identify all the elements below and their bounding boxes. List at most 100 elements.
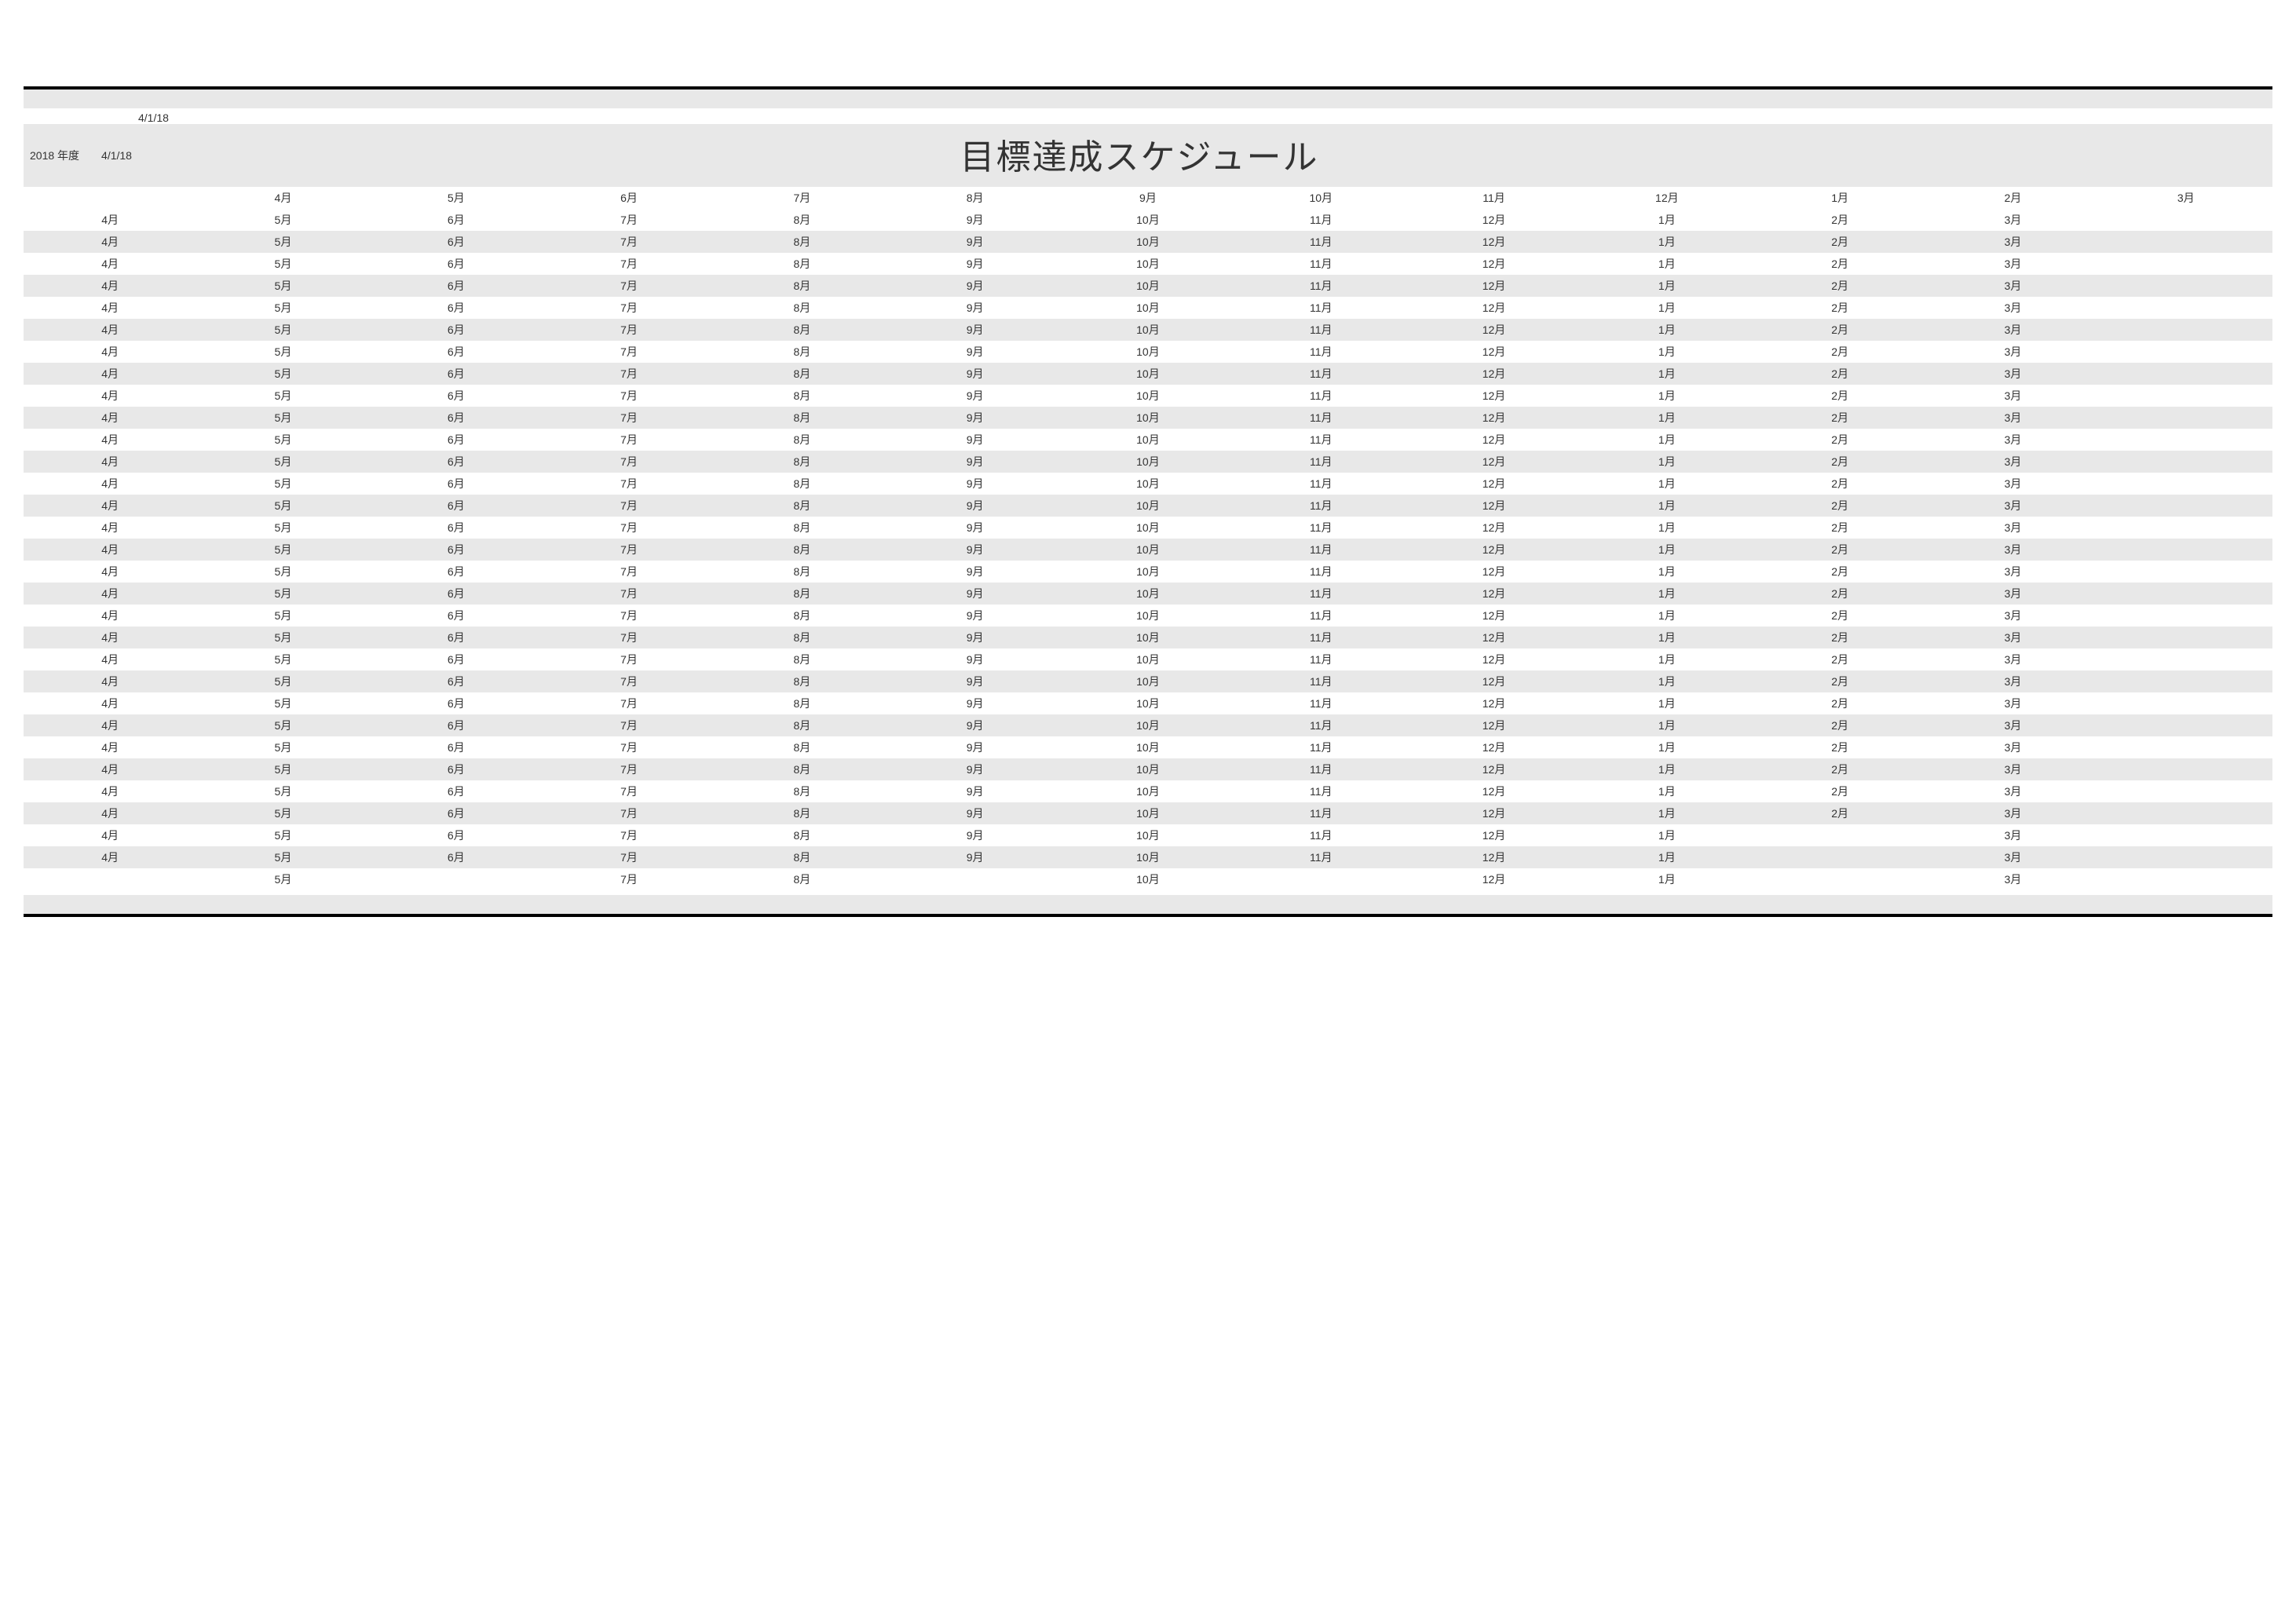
- table-cell: 1月: [1581, 363, 1753, 385]
- table-cell: 9月: [888, 736, 1061, 758]
- table-cell: 11月: [1234, 341, 1407, 363]
- table-cell: 1月: [1581, 407, 1753, 429]
- table-cell: 2月: [1753, 648, 1926, 670]
- table-cell: 3月: [1926, 473, 2099, 495]
- table-cell: 3月: [1926, 275, 2099, 297]
- table-cell: 9月: [888, 627, 1061, 648]
- table-row: 4月5月6月7月8月9月10月11月12月1月2月3月: [24, 736, 2272, 758]
- table-cell: 7月: [543, 429, 715, 451]
- table-cell: 12月: [1407, 385, 1580, 407]
- table-header-cell: 7月: [715, 187, 888, 209]
- table-cell: 10月: [1062, 627, 1234, 648]
- table-cell: 10月: [1062, 539, 1234, 561]
- table-row: 4月5月6月7月8月9月10月11月12月1月2月3月: [24, 473, 2272, 495]
- table-cell: 9月: [888, 209, 1061, 231]
- table-cell: 6月: [370, 209, 543, 231]
- table-cell: 8月: [715, 692, 888, 714]
- table-cell: [2100, 451, 2272, 473]
- table-cell: 11月: [1234, 736, 1407, 758]
- table-cell: 11月: [1234, 605, 1407, 627]
- table-cell: 7月: [543, 407, 715, 429]
- table-cell: 5月: [196, 758, 369, 780]
- table-cell: 1月: [1581, 780, 1753, 802]
- table-cell: 1月: [1581, 319, 1753, 341]
- table-cell: 6月: [370, 407, 543, 429]
- table-cell: 6月: [370, 385, 543, 407]
- table-cell: 11月: [1234, 363, 1407, 385]
- table-cell: 3月: [1926, 758, 2099, 780]
- table-cell: 10月: [1062, 780, 1234, 802]
- table-cell: 8月: [715, 495, 888, 517]
- table-cell: 4月: [24, 692, 196, 714]
- table-row: 4月5月6月7月8月9月10月11月12月1月3月: [24, 846, 2272, 868]
- table-cell: [2100, 714, 2272, 736]
- table-cell: 5月: [196, 385, 369, 407]
- table-header-cell: 10月: [1234, 187, 1407, 209]
- table-cell: 7月: [543, 253, 715, 275]
- table-cell: 8月: [715, 736, 888, 758]
- accent-bar-bottom: [24, 895, 2272, 914]
- table-cell: [2100, 517, 2272, 539]
- table-cell: 9月: [888, 363, 1061, 385]
- table-cell: 12月: [1407, 539, 1580, 561]
- table-cell: 10月: [1062, 363, 1234, 385]
- table-cell: 8月: [715, 561, 888, 583]
- table-cell: 5月: [196, 297, 369, 319]
- table-row: 4月5月6月7月8月9月10月11月12月1月2月3月: [24, 714, 2272, 736]
- table-cell: 9月: [888, 648, 1061, 670]
- table-cell: [2100, 583, 2272, 605]
- table-cell: 7月: [543, 868, 715, 890]
- table-cell: 10月: [1062, 736, 1234, 758]
- table-cell: 1月: [1581, 714, 1753, 736]
- table-cell: 2月: [1753, 802, 1926, 824]
- table-cell: 9月: [888, 231, 1061, 253]
- table-row: 4月5月6月7月8月9月10月11月12月1月2月3月: [24, 561, 2272, 583]
- table-cell: 9月: [888, 407, 1061, 429]
- table-cell: 10月: [1062, 407, 1234, 429]
- table-cell: 10月: [1062, 341, 1234, 363]
- table-cell: 5月: [196, 495, 369, 517]
- table-cell: [2100, 495, 2272, 517]
- table-cell: 3月: [1926, 297, 2099, 319]
- table-cell: 12月: [1407, 341, 1580, 363]
- table-cell: 11月: [1234, 429, 1407, 451]
- table-cell: 1月: [1581, 209, 1753, 231]
- table-cell: 7月: [543, 670, 715, 692]
- table-cell: 8月: [715, 473, 888, 495]
- table-cell: 5月: [196, 341, 369, 363]
- table-cell: [2100, 209, 2272, 231]
- table-cell: 7月: [543, 736, 715, 758]
- table-cell: 8月: [715, 385, 888, 407]
- table-cell: 11月: [1234, 846, 1407, 868]
- bottom-rule: [24, 914, 2272, 917]
- table-cell: 7月: [543, 714, 715, 736]
- table-header-cell: 2月: [1926, 187, 2099, 209]
- table-cell: 10月: [1062, 583, 1234, 605]
- table-cell: 6月: [370, 824, 543, 846]
- table-cell: 4月: [24, 319, 196, 341]
- table-cell: [2100, 561, 2272, 583]
- table-cell: 11月: [1234, 758, 1407, 780]
- table-cell: [2100, 758, 2272, 780]
- table-cell: 1月: [1581, 627, 1753, 648]
- table-cell: 10月: [1062, 824, 1234, 846]
- table-cell: 1月: [1581, 758, 1753, 780]
- table-cell: 1月: [1581, 231, 1753, 253]
- table-cell: 8月: [715, 231, 888, 253]
- table-cell: 4月: [24, 517, 196, 539]
- table-cell: 10月: [1062, 451, 1234, 473]
- table-header-cell: 9月: [1062, 187, 1234, 209]
- table-row: 4月5月6月7月8月9月10月11月12月1月2月3月: [24, 495, 2272, 517]
- table-cell: 6月: [370, 275, 543, 297]
- table-cell: 8月: [715, 868, 888, 890]
- table-cell: 3月: [1926, 429, 2099, 451]
- table-cell: 8月: [715, 758, 888, 780]
- table-cell: 10月: [1062, 253, 1234, 275]
- table-cell: 4月: [24, 231, 196, 253]
- table-cell: 8月: [715, 648, 888, 670]
- table-cell: 1月: [1581, 561, 1753, 583]
- table-cell: 12月: [1407, 429, 1580, 451]
- meta-date-a: 4/1/18: [138, 111, 169, 124]
- table-cell: 5月: [196, 517, 369, 539]
- table-row: 4月5月6月7月8月9月10月11月12月1月2月3月: [24, 539, 2272, 561]
